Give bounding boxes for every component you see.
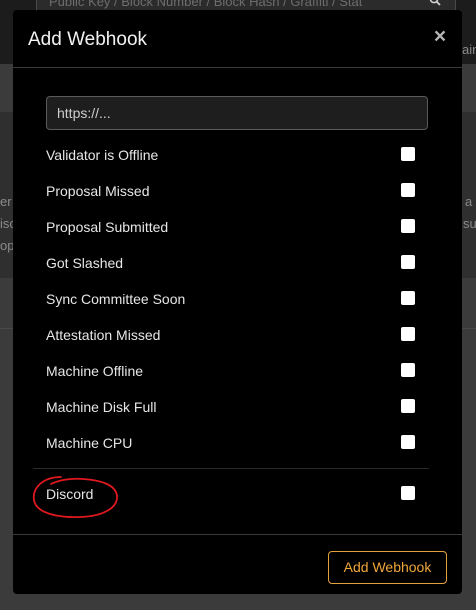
event-row-machine-cpu: Machine CPU (46, 431, 428, 455)
add-webhook-modal: Add Webhook × Validator is Offline Propo… (13, 10, 462, 594)
webhook-url-input[interactable] (46, 96, 428, 130)
close-icon[interactable]: × (431, 26, 449, 48)
event-row-attestation-missed: Attestation Missed (46, 323, 428, 347)
event-row-sync-committee-soon: Sync Committee Soon (46, 287, 428, 311)
event-label: Proposal Submitted (46, 219, 169, 235)
event-row-validator-offline: Validator is Offline (46, 143, 428, 167)
attestation-missed-checkbox[interactable] (401, 327, 415, 341)
event-label: Proposal Missed (46, 183, 150, 199)
event-label: Machine CPU (46, 435, 133, 451)
background-text-fragment: a (465, 194, 473, 209)
event-row-proposal-submitted: Proposal Submitted (46, 215, 428, 239)
machine-offline-checkbox[interactable] (401, 363, 415, 377)
validator-offline-checkbox[interactable] (401, 147, 415, 161)
background-text-fragment: su (463, 216, 476, 231)
event-row-machine-disk-full: Machine Disk Full (46, 395, 428, 419)
search-icon (429, 0, 441, 6)
sync-committee-soon-checkbox[interactable] (401, 291, 415, 305)
event-label: Sync Committee Soon (46, 291, 186, 307)
event-label: Validator is Offline (46, 147, 159, 163)
background-text-fragment: ain (462, 42, 476, 57)
event-label: Got Slashed (46, 255, 124, 271)
event-label: Machine Offline (46, 363, 144, 379)
modal-footer-divider (13, 534, 462, 535)
discord-label: Discord (46, 486, 94, 502)
background-text-fragment: er (0, 194, 12, 209)
proposal-submitted-checkbox[interactable] (401, 219, 415, 233)
machine-cpu-checkbox[interactable] (401, 435, 415, 449)
got-slashed-checkbox[interactable] (401, 255, 415, 269)
event-label: Attestation Missed (46, 327, 161, 343)
add-webhook-button[interactable]: Add Webhook (328, 551, 447, 584)
discord-checkbox[interactable] (401, 486, 415, 500)
background-search-placeholder: Public Key / Block Number / Block Hash /… (49, 0, 363, 9)
proposal-missed-checkbox[interactable] (401, 183, 415, 197)
discord-row: Discord (46, 482, 428, 506)
event-row-machine-offline: Machine Offline (46, 359, 428, 383)
section-divider (33, 468, 429, 469)
event-row-proposal-missed: Proposal Missed (46, 179, 428, 203)
event-label: Machine Disk Full (46, 399, 157, 415)
event-row-got-slashed: Got Slashed (46, 251, 428, 275)
machine-disk-full-checkbox[interactable] (401, 399, 415, 413)
modal-header: Add Webhook × (13, 10, 462, 68)
modal-title: Add Webhook (28, 29, 148, 50)
